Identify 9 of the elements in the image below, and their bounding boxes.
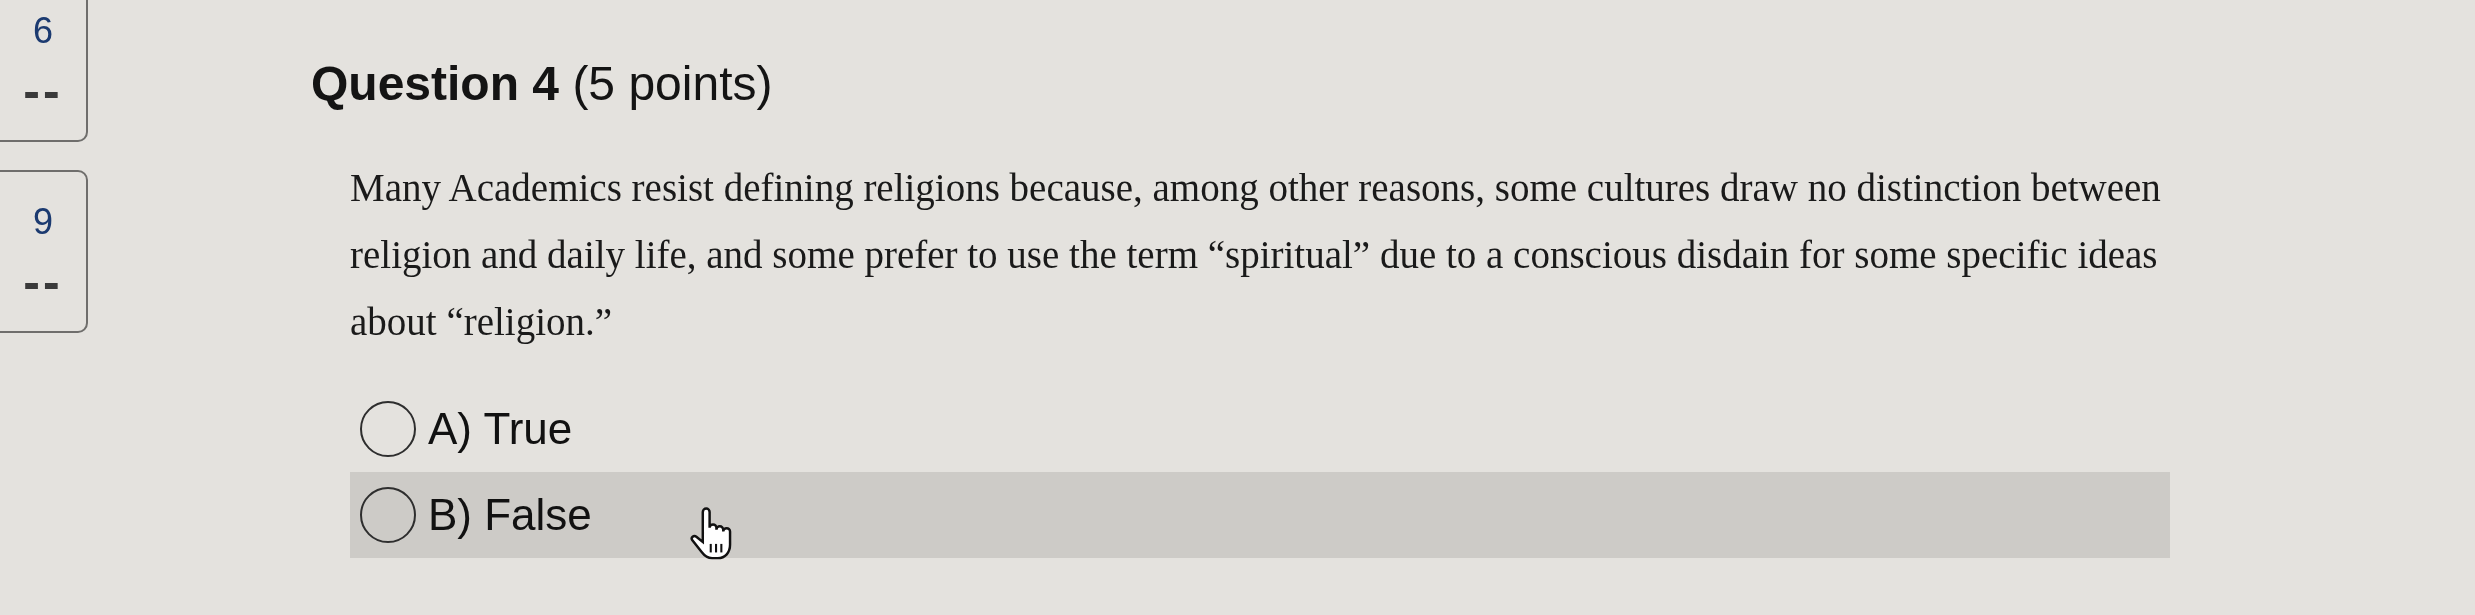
question-text: Many Academics resist defining religions because, among other reasons, some cultures draw no distinction between religion and daily life, and some prefer to use the term “spiritual” due to a conscious disdain for some specific ideas about “religion.” [350,165,2162,346]
answer-option[interactable]: A) True [360,401,573,457]
hand-cursor-icon [690,507,733,560]
radio-button[interactable] [360,401,416,457]
question-title: Question 4 (5 points) [311,56,773,112]
radio-button[interactable] [360,487,416,543]
answer-option[interactable]: B) False [360,487,592,543]
question-nav-button[interactable]: 9 -- [0,170,88,333]
question-nav-button[interactable]: 6 -- [0,0,88,142]
